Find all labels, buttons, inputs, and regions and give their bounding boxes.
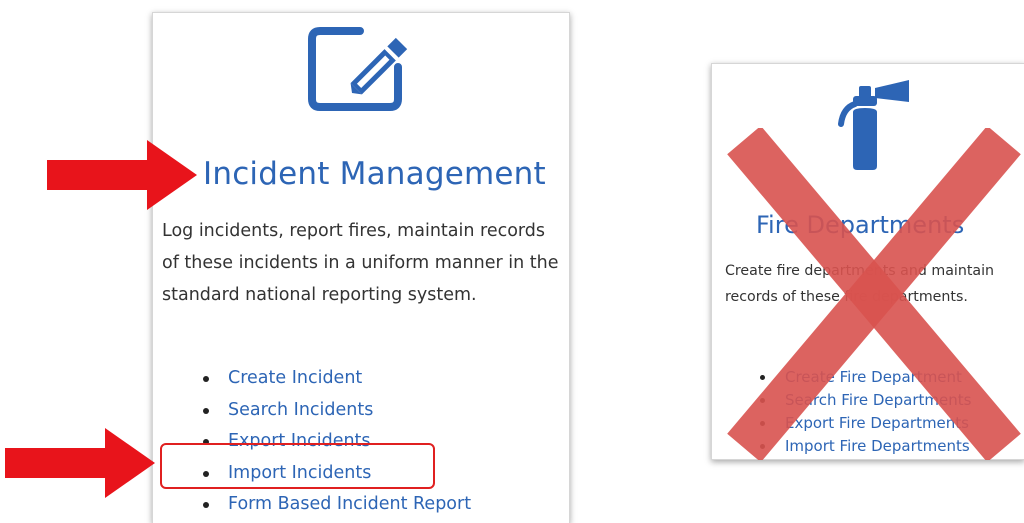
incident-management-description: Log incidents, report fires, maintain re… bbox=[162, 221, 559, 305]
form-based-incident-report-link[interactable]: Form Based Incident Report bbox=[228, 494, 471, 514]
import-incidents-highlight-box bbox=[160, 443, 435, 489]
list-item: Form Based Incident Report bbox=[201, 489, 471, 521]
red-arrow-import-annotation bbox=[5, 428, 155, 498]
incident-management-title[interactable]: Incident Management bbox=[203, 156, 546, 192]
edit-icon[interactable] bbox=[308, 21, 428, 113]
search-incidents-link[interactable]: Search Incidents bbox=[228, 400, 373, 420]
incident-links-list: Create Incident Search Incidents Export … bbox=[201, 363, 471, 521]
create-incident-link[interactable]: Create Incident bbox=[228, 368, 362, 388]
list-item: Create Incident bbox=[201, 363, 471, 395]
red-x-cross-annotation bbox=[727, 128, 1021, 460]
red-arrow-title-annotation bbox=[47, 140, 197, 210]
list-item: Search Incidents bbox=[201, 395, 471, 427]
